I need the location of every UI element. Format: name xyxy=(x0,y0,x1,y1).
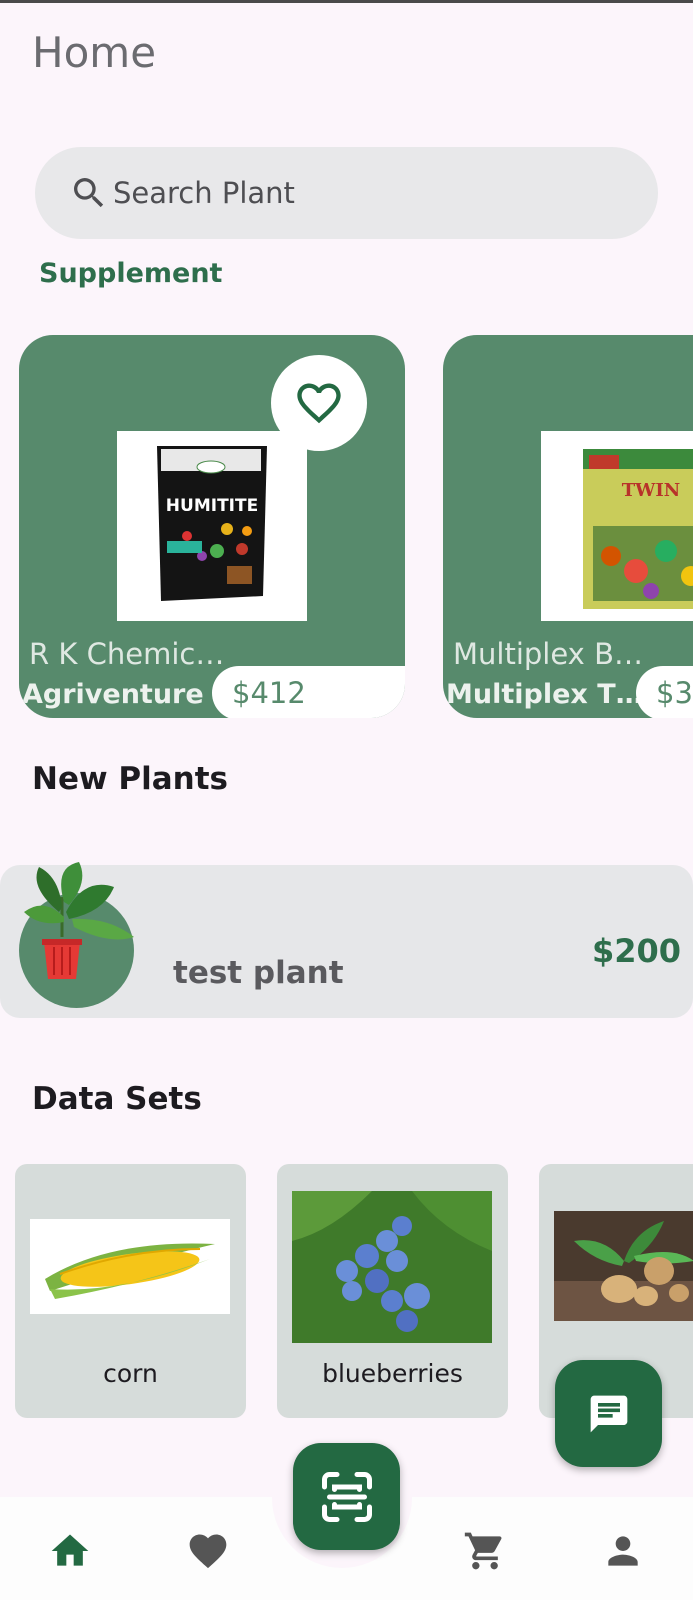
data-sets-heading: Data Sets xyxy=(32,1081,202,1117)
product-image-label: TWIN xyxy=(622,480,680,501)
product-brand: R K Chemic… xyxy=(29,637,225,671)
search-icon xyxy=(74,178,104,208)
home-icon xyxy=(51,1534,89,1566)
person-icon xyxy=(608,1536,638,1566)
product-card[interactable]: HUMITITE R K Chemic… Agriventure … $412 xyxy=(19,335,405,718)
potato-image xyxy=(554,1211,693,1321)
product-image: HUMITITE xyxy=(117,431,307,621)
dataset-name: blueberries xyxy=(322,1359,463,1388)
search-input[interactable]: Search Plant xyxy=(113,176,295,210)
plant-name: test plant xyxy=(173,955,344,991)
product-name: Multiplex T… xyxy=(446,679,643,710)
dataset-card-blueberries[interactable]: blueberries xyxy=(277,1164,508,1418)
status-divider xyxy=(0,0,693,3)
nav-home[interactable] xyxy=(47,1528,93,1574)
scan-icon xyxy=(321,1471,372,1522)
corn-image xyxy=(30,1219,230,1314)
potted-plant-icon xyxy=(24,862,134,979)
plant-price: $200 xyxy=(592,932,682,970)
cart-icon xyxy=(464,1532,502,1570)
supplement-heading: Supplement xyxy=(39,258,223,289)
nav-cart[interactable] xyxy=(462,1528,508,1574)
product-brand: Multiplex B… xyxy=(453,637,643,671)
supplement-carousel[interactable]: HUMITITE R K Chemic… Agriventure … $412 … xyxy=(0,335,693,720)
nav-profile[interactable] xyxy=(600,1528,646,1574)
heart-icon xyxy=(189,1534,227,1569)
nav-favorites[interactable] xyxy=(185,1528,231,1574)
chat-icon xyxy=(590,1395,627,1432)
product-name: Agriventure … xyxy=(22,679,241,710)
chat-button[interactable] xyxy=(555,1360,662,1467)
blueberries-image xyxy=(292,1191,492,1343)
heart-outline-icon xyxy=(297,383,341,424)
new-plants-heading: New Plants xyxy=(32,761,229,797)
product-card[interactable]: TWIN Multiplex B… Multiplex T… $3 xyxy=(443,335,693,718)
page-title: Home xyxy=(32,28,157,77)
dataset-card-corn[interactable]: corn xyxy=(15,1164,246,1418)
product-image: TWIN xyxy=(541,431,693,621)
product-price: $412 xyxy=(212,666,405,718)
scan-button[interactable] xyxy=(293,1443,400,1550)
dataset-name: corn xyxy=(103,1359,158,1388)
product-image-label: HUMITITE xyxy=(166,496,258,516)
product-price: $3 xyxy=(636,666,693,718)
search-bar[interactable]: Search Plant xyxy=(35,147,658,239)
favorite-button[interactable] xyxy=(271,355,367,451)
